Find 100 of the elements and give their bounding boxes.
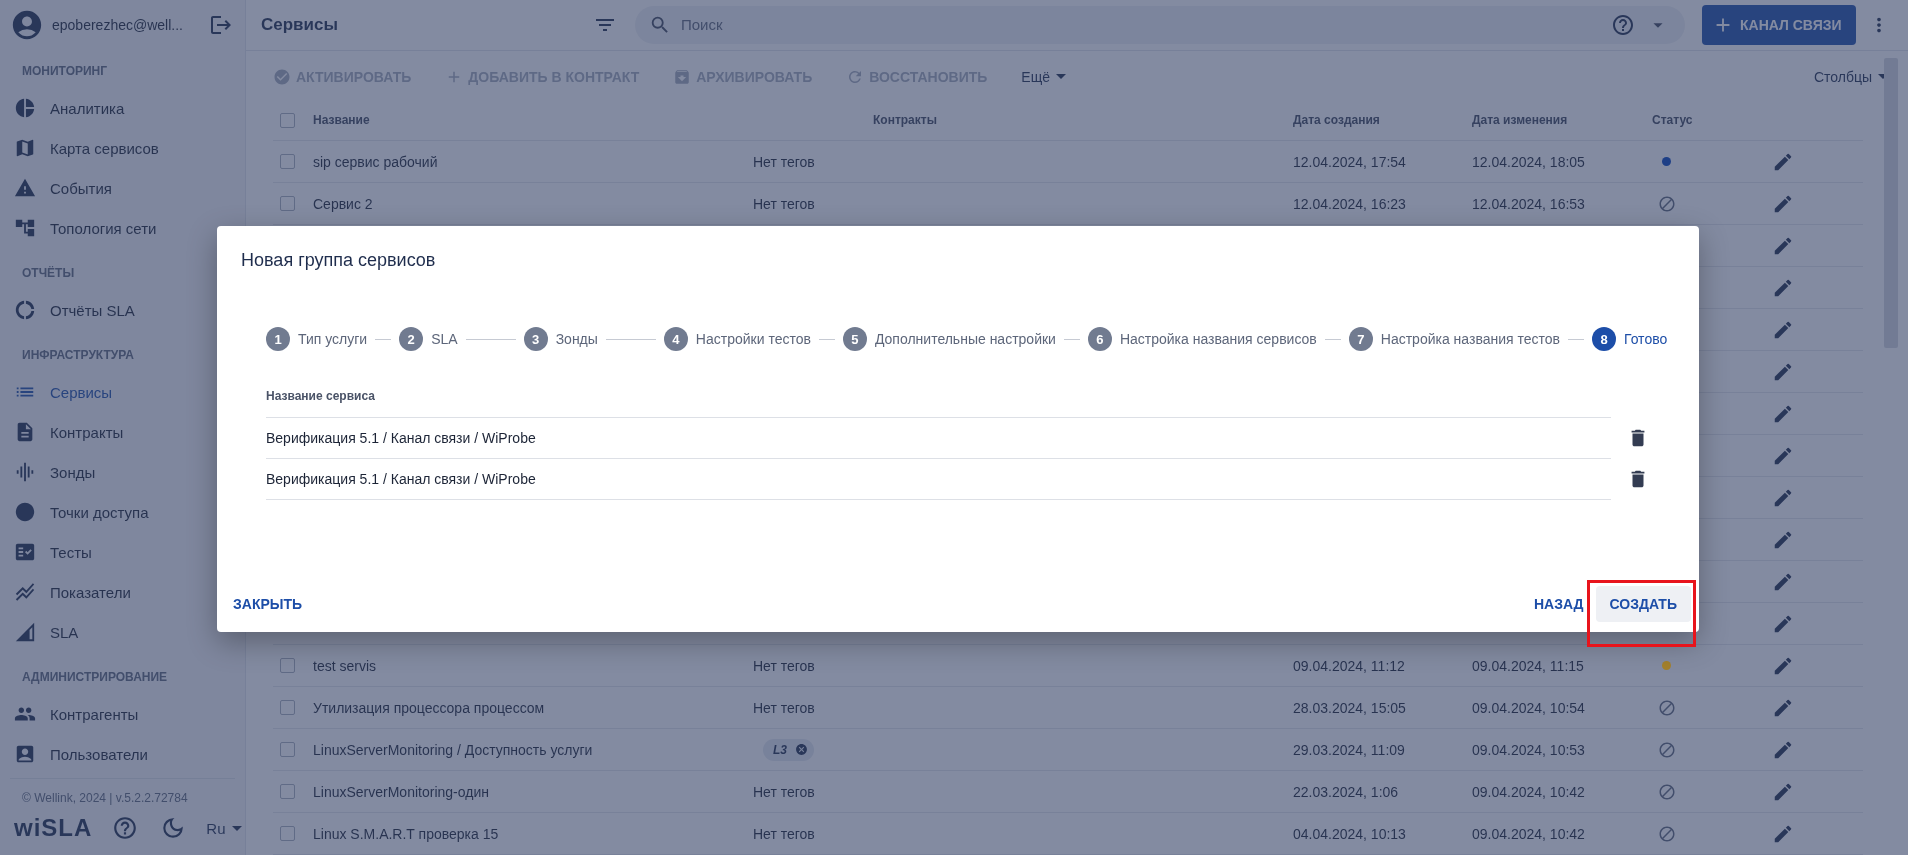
- sidebar-item[interactable]: Тесты: [0, 532, 245, 572]
- sidebar-item-label: Тесты: [50, 543, 92, 561]
- add-channel-button[interactable]: КАНАЛ СВЯЗИ: [1702, 4, 1856, 45]
- contracts-cell-text: Нет тегов: [753, 195, 816, 212]
- remove-icon[interactable]: [795, 743, 808, 756]
- stepper-step: 1 Тип услуги: [266, 327, 368, 351]
- contracts-cell-text: Нет тегов: [753, 657, 816, 674]
- date-cell-text: 09.04.2024, 10:54: [1472, 699, 1586, 716]
- service-name: LinuxServerMonitoring / Доступность услуги: [313, 741, 594, 758]
- service-name: Утилизация процессора процессом: [313, 699, 546, 716]
- tag: L3: [763, 738, 814, 761]
- sidebar-item[interactable]: Топология сети: [0, 208, 245, 248]
- column-header: Дата создания: [1293, 113, 1381, 127]
- contracts-cell-text: Нет тегов: [753, 699, 816, 716]
- date-cell-text: 09.04.2024, 10:42: [1472, 783, 1586, 800]
- checkbox[interactable]: [280, 742, 295, 757]
- column-header: Дата изменения: [1472, 113, 1569, 127]
- sidebar-item-label: Контракты: [50, 423, 124, 441]
- column-header: Контракты: [872, 113, 938, 127]
- checkbox[interactable]: [280, 700, 295, 715]
- stepper-step: 7 Настройка названия тестов: [1348, 327, 1560, 351]
- sidebar-item-label: SLA: [50, 623, 79, 641]
- disabled-status-icon: [1658, 698, 1676, 717]
- service-name: Linux S.M.A.R.T проверка 15: [313, 825, 500, 842]
- sidebar-item-label: Аналитика: [50, 99, 125, 117]
- date-cell-text: 04.04.2024, 10:13: [1293, 825, 1407, 842]
- sidebar-item-label: Отчёты SLA: [50, 301, 135, 319]
- sidebar-item[interactable]: Контракты: [0, 412, 245, 452]
- date-cell-text: 09.04.2024, 10:53: [1472, 741, 1586, 758]
- sidebar-item[interactable]: Карта сервисов: [0, 128, 245, 168]
- sidebar-item-label: Сервисы: [50, 383, 113, 401]
- sidebar-item[interactable]: Пользователи: [0, 734, 245, 774]
- page-title: Сервисы: [261, 14, 339, 35]
- sidebar-item[interactable]: Отчёты SLA: [0, 290, 245, 330]
- sidebar-item-label: Показатели: [50, 583, 131, 601]
- create-button[interactable]: СОЗДАТЬ: [1595, 586, 1691, 622]
- date-cell-text: 09.04.2024, 11:15: [1472, 657, 1585, 674]
- stepper-step: 2 SLA: [399, 327, 458, 351]
- avatar-icon: [10, 8, 44, 42]
- checkbox[interactable]: [280, 826, 295, 841]
- date-cell-text: 09.04.2024, 10:42: [1472, 825, 1586, 842]
- search-field[interactable]: Поиск: [679, 15, 1601, 35]
- sidebar-item-label: Топология сети: [50, 219, 157, 237]
- date-cell-text: 09.04.2024, 11:12: [1293, 657, 1406, 674]
- checkbox[interactable]: [280, 154, 295, 169]
- scrollbar[interactable]: [1884, 58, 1898, 348]
- service-name: Верификация 5.1 / Канал связи / WiProbe: [266, 458, 1611, 499]
- stepper-step: 6 Настройка названия сервисов: [1087, 327, 1317, 351]
- search-bar[interactable]: Поиск: [635, 5, 1685, 44]
- contracts-cell-text: Нет тегов: [753, 825, 816, 842]
- disabled-status-icon: [1658, 782, 1676, 801]
- back-button[interactable]: НАЗАД: [1533, 586, 1584, 622]
- stepper-step: 3 Зонды: [523, 327, 598, 351]
- sidebar-item[interactable]: Аналитика: [0, 88, 245, 128]
- sidebar-item-label: Точки доступа: [50, 503, 149, 521]
- service-name: LinuxServerMonitoring-один: [313, 783, 490, 800]
- checkbox[interactable]: [280, 196, 295, 211]
- stepper-step: 4 Настройки тестов: [663, 327, 811, 351]
- sidebar-item[interactable]: Точки доступа: [0, 492, 245, 532]
- checkbox[interactable]: [280, 112, 295, 128]
- sidebar-item[interactable]: События: [0, 168, 245, 208]
- disabled-status-icon: [1658, 824, 1676, 843]
- section-title: ИНФРАСТРУКТУРА: [21, 347, 135, 364]
- date-cell-text: 29.03.2024, 11:09: [1293, 741, 1406, 758]
- sidebar-item-label: Пользователи: [50, 745, 148, 763]
- sidebar-item-label: Контрагенты: [50, 705, 139, 723]
- language-select[interactable]: Ru: [206, 819, 242, 837]
- date-cell-text: 22.03.2024, 1:06: [1293, 783, 1400, 800]
- user-name: epoberezhec@well...: [52, 17, 184, 33]
- sidebar-item-label: Зонды: [50, 463, 96, 481]
- dialog-title: Новая группа сервисов: [241, 250, 437, 271]
- stepper-step: 8 Готово: [1592, 327, 1668, 351]
- date-cell-text: 12.04.2024, 18:05: [1472, 153, 1586, 170]
- service-name: Верификация 5.1 / Канал связи / WiProbe: [266, 417, 1611, 458]
- sidebar-item[interactable]: Зонды: [0, 452, 245, 492]
- more-dropdown[interactable]: Ещё: [1021, 68, 1066, 85]
- sidebar-item[interactable]: Сервисы: [0, 372, 245, 412]
- caret-icon: [1055, 74, 1066, 80]
- date-cell-text: 12.04.2024, 17:54: [1293, 153, 1407, 170]
- disabled-status-icon: [1658, 194, 1676, 213]
- section-title: ОТЧЁТЫ: [21, 265, 76, 282]
- logo: wiSLA: [14, 814, 93, 842]
- column-header: Статус: [1652, 113, 1694, 127]
- service-name: test servis: [313, 657, 377, 674]
- archive-icon: [673, 67, 692, 86]
- sidebar-item[interactable]: Контрагенты: [0, 694, 245, 734]
- caret-icon: [231, 825, 242, 831]
- sidebar-item-label: Карта сервисов: [50, 139, 159, 157]
- date-cell-text: 28.03.2024, 15:05: [1293, 699, 1407, 716]
- checkbox[interactable]: [280, 658, 295, 673]
- section-title: АДМИНИСТРИРОВАНИЕ: [21, 669, 169, 686]
- date-cell-text: 12.04.2024, 16:23: [1293, 195, 1407, 212]
- checkbox[interactable]: [280, 784, 295, 799]
- service-name: Сервис 2: [313, 195, 374, 212]
- contracts-cell-text: Нет тегов: [753, 153, 816, 170]
- sidebar-item-label: События: [50, 179, 112, 197]
- contracts-cell-text: Нет тегов: [753, 783, 816, 800]
- section-title: МОНИТОРИНГ: [21, 63, 109, 80]
- column-header: Название: [313, 113, 371, 127]
- copyright-text: © Wellink, 2024 | v.5.2.2.72784: [10, 778, 235, 809]
